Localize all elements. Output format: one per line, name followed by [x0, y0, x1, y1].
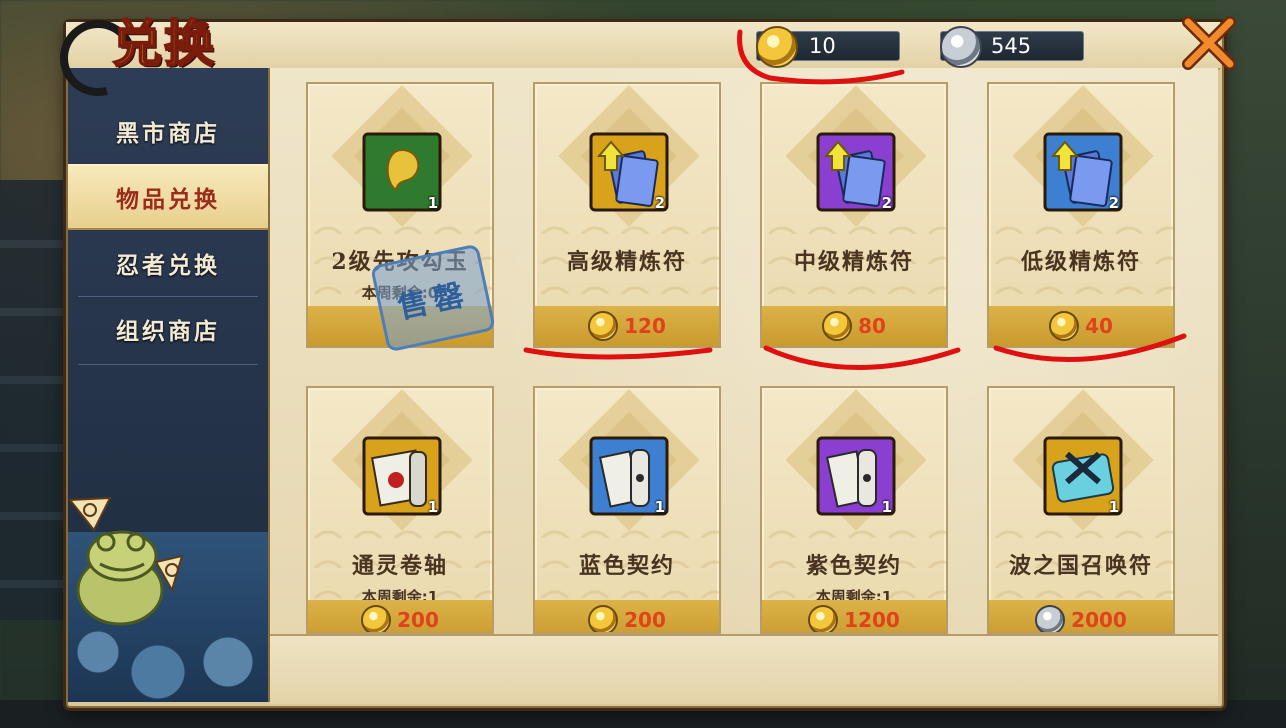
- frog-mascot-icon: [67, 496, 184, 626]
- item-card[interactable]: 1 蓝色契约 200: [533, 386, 721, 634]
- item-card[interactable]: 1 波之国召唤符 2000: [987, 386, 1175, 634]
- item-name: 高级精炼符: [566, 249, 687, 275]
- item-card[interactable]: 1 紫色契约 本周剩余:1 1200: [760, 386, 948, 634]
- item-quantity: 1: [881, 498, 892, 516]
- background-right-panel: [1216, 0, 1286, 728]
- item-card[interactable]: 2 高级精炼符 120: [533, 82, 721, 348]
- divider: [78, 364, 258, 365]
- item-name: 紫色契约: [805, 553, 902, 579]
- item-icon-frame[interactable]: 1: [362, 436, 442, 516]
- sidebar-item-black-market[interactable]: 黑市商店: [68, 100, 268, 162]
- item-icon-frame[interactable]: 2: [1043, 132, 1123, 212]
- silver-coin-icon: [1035, 605, 1066, 632]
- gold-coin-icon: [588, 605, 619, 632]
- price-bar[interactable]: 200: [308, 600, 492, 632]
- item-price: 2000: [1071, 608, 1127, 632]
- item-quantity: 2: [1108, 194, 1119, 212]
- red-annotation-mark: [763, 345, 961, 370]
- page-title: 兑换: [40, 0, 220, 110]
- item-quantity: 1: [654, 498, 665, 516]
- divider: [78, 296, 258, 297]
- gold-coin-icon: [361, 605, 392, 632]
- item-price: 200: [624, 608, 666, 632]
- price-bar[interactable]: 1200: [762, 600, 946, 632]
- item-name: 波之国召唤符: [1008, 553, 1153, 579]
- item-icon-frame[interactable]: 1: [816, 436, 896, 516]
- item-card[interactable]: 2 中级精炼符 80: [760, 82, 948, 348]
- item-icon-frame[interactable]: 1: [589, 436, 669, 516]
- silver-coin-icon: [940, 26, 982, 68]
- red-annotation-mark: [993, 333, 1187, 363]
- close-icon: [1182, 16, 1236, 70]
- item-quantity: 1: [1108, 498, 1119, 516]
- item-quantity: 2: [654, 194, 665, 212]
- gold-coin-icon: [822, 311, 853, 341]
- item-price: 1200: [844, 608, 900, 632]
- item-icon-frame[interactable]: 1: [1043, 436, 1123, 516]
- item-icon-frame[interactable]: 1: [362, 132, 442, 212]
- gold-coin-icon: [808, 605, 839, 632]
- sidebar-item-organization-shop[interactable]: 组织商店: [68, 298, 268, 360]
- item-quantity: 1: [427, 498, 438, 516]
- item-card[interactable]: 1 通灵卷轴 本周剩余:1 200: [306, 386, 494, 634]
- item-name: 中级精炼符: [793, 249, 914, 275]
- item-price: 200: [397, 608, 439, 632]
- item-quantity: 2: [881, 194, 892, 212]
- red-annotation-mark: [523, 347, 713, 360]
- gold-coin-icon: [588, 311, 619, 341]
- silver-currency: 545: [940, 26, 1084, 68]
- item-quantity: 1: [427, 194, 438, 212]
- item-name: 低级精炼符: [1020, 249, 1141, 275]
- price-bar[interactable]: 2000: [989, 600, 1173, 632]
- title-text: 兑换: [111, 13, 216, 74]
- exchange-footer: [270, 634, 1218, 704]
- sidebar-item-item-exchange[interactable]: 物品兑换: [68, 164, 268, 230]
- price-bar[interactable]: 200: [535, 600, 719, 632]
- item-card[interactable]: 2 低级精炼符 40: [987, 82, 1175, 348]
- sidebar-item-ninja-exchange[interactable]: 忍者兑换: [68, 232, 268, 294]
- item-price: 80: [858, 314, 886, 338]
- item-name: 蓝色契约: [578, 553, 675, 579]
- item-icon-frame[interactable]: 2: [816, 132, 896, 212]
- gold-coin-icon: [756, 26, 798, 68]
- item-price: 120: [624, 314, 666, 338]
- item-card[interactable]: 1 2级先攻勾玉 本周剩余:0 售罄: [306, 82, 496, 353]
- item-icon-frame[interactable]: 2: [589, 132, 669, 212]
- item-name: 通灵卷轴: [351, 553, 448, 579]
- close-button[interactable]: [1178, 14, 1238, 74]
